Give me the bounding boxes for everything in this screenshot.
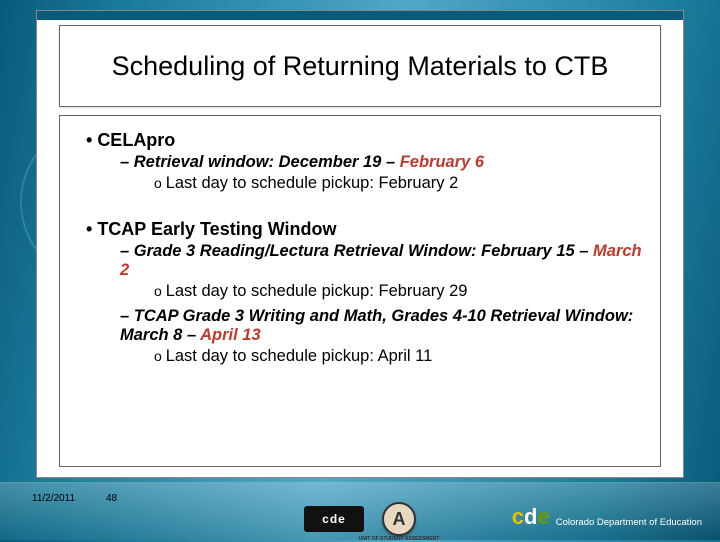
cde-small-logo-icon: cde — [304, 506, 364, 532]
tcap-g3r-lastday: Last day to schedule pickup: February 29 — [154, 282, 644, 301]
bullet-tcap: TCAP Early Testing Window — [86, 219, 644, 240]
tcap-g3r-lastday-text: Last day to schedule pickup: February 29 — [166, 282, 468, 300]
tcap-g3-reading-window: Grade 3 Reading/Lectura Retrieval Window… — [120, 242, 644, 280]
celapro-rw-start: December 19 — [279, 153, 382, 171]
celapro-rw-sep: – — [381, 153, 399, 171]
celapro-rw-prefix: Retrieval window: — [134, 153, 279, 171]
tcap-g3r-start: February 15 — [481, 242, 575, 260]
celapro-lastday: Last day to schedule pickup: February 2 — [154, 174, 644, 193]
tcap-g3w-sep: – — [182, 326, 200, 344]
cde-brand-tagline: Colorado Department of Education — [556, 517, 702, 528]
tcap-g3w-prefix: TCAP Grade 3 Writing and Math, Grades 4-… — [134, 307, 634, 325]
spacer — [76, 199, 644, 213]
cde-brand: cde Colorado Department of Education — [512, 504, 702, 530]
tcap-g3r-prefix: Grade 3 Reading/Lectura Retrieval Window… — [134, 242, 481, 260]
footer-bar: 11/2/2011 48 cde A UNIT OF STUDENT ASSES… — [0, 482, 720, 540]
bullet-celapro: CELApro — [86, 130, 644, 151]
tcap-g3w-start: March 8 — [120, 326, 182, 344]
slide-card: Scheduling of Returning Materials to CTB… — [36, 10, 684, 478]
assessment-logo-sub: UNIT OF STUDENT ASSESSMENT — [359, 536, 440, 542]
celapro-retrieval-window: Retrieval window: December 19 – February… — [120, 153, 644, 172]
title-box: Scheduling of Returning Materials to CTB — [59, 25, 661, 107]
tcap-g3-writing-window: TCAP Grade 3 Writing and Math, Grades 4-… — [120, 307, 644, 345]
cde-wordmark-icon: cde — [512, 504, 550, 530]
slide-top-stripe — [37, 11, 683, 21]
slide-title: Scheduling of Returning Materials to CTB — [112, 50, 609, 82]
tcap-g3w-lastday: Last day to schedule pickup: April 11 — [154, 347, 644, 366]
bullet-celapro-label: CELApro — [97, 130, 175, 150]
assessment-logo-letter: A — [393, 509, 406, 530]
tcap-g3w-end: April 13 — [200, 326, 261, 344]
celapro-rw-end: February 6 — [400, 153, 484, 171]
tcap-g3r-sep: – — [575, 242, 593, 260]
tcap-g3w-lastday-text: Last day to schedule pickup: April 11 — [166, 347, 433, 365]
content-box: CELApro Retrieval window: December 19 – … — [59, 115, 661, 467]
assessment-unit-logo-icon: A UNIT OF STUDENT ASSESSMENT — [382, 502, 416, 536]
celapro-lastday-text: Last day to schedule pickup: February 2 — [166, 174, 459, 192]
bullet-tcap-label: TCAP Early Testing Window — [97, 219, 336, 239]
